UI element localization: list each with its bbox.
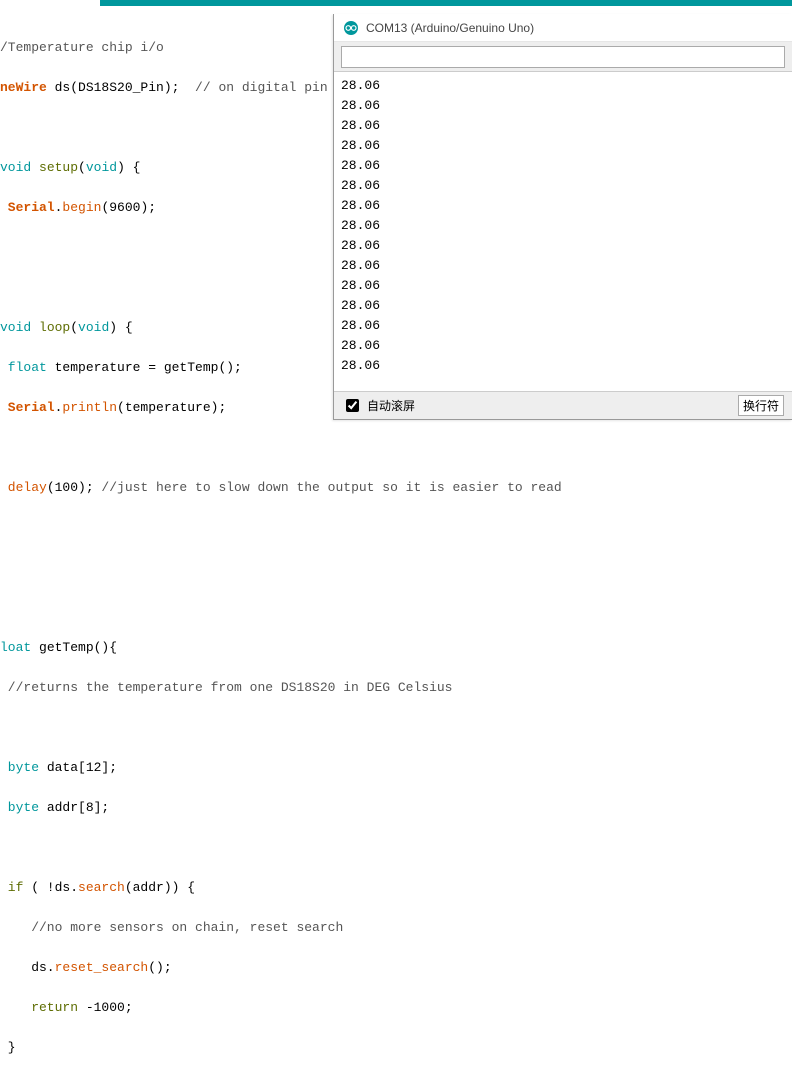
code-token: (9600); [101,200,156,215]
serial-title-text: COM13 (Arduino/Genuino Uno) [366,21,534,35]
code-token: addr[8]; [39,800,109,815]
code-token: } [0,1040,16,1055]
editor-toolbar-stripe [100,0,792,6]
code-function-name: loop [31,320,70,335]
code-method: begin [62,200,101,215]
code-token: ) { [117,160,140,175]
code-keyword: loat [0,640,31,655]
code-token: ( [78,160,86,175]
code-token: (); [148,960,171,975]
serial-output-area[interactable]: 28.06 28.06 28.06 28.06 28.06 28.06 28.0… [334,72,792,391]
code-token: ( [70,320,78,335]
code-method: reset_search [55,960,149,975]
line-ending-select[interactable]: 换行符 [738,395,784,416]
code-token: data[12]; [39,760,117,775]
code-token: getTemp(){ [31,640,117,655]
code-keyword: void [0,320,31,335]
code-token: ds. [0,960,55,975]
code-comment: //returns the temperature from one DS18S… [0,680,452,695]
code-method: search [78,880,125,895]
code-keyword: float [0,360,47,375]
autoscroll-toggle[interactable]: 自动滚屏 [342,396,415,415]
code-keyword: return [0,1000,78,1015]
code-keyword: void [0,160,31,175]
autoscroll-label: 自动滚屏 [367,397,415,414]
serial-input-bar [334,42,792,72]
code-token: ) { [109,320,132,335]
serial-bottom-bar: 自动滚屏 换行符 [334,391,792,419]
code-keyword: byte [0,760,39,775]
code-token: ( !ds. [23,880,78,895]
serial-monitor-window: COM13 (Arduino/Genuino Uno) 28.06 28.06 … [333,14,792,420]
code-comment: /Temperature chip i/o [0,40,164,55]
arduino-icon [343,20,359,36]
serial-send-input[interactable] [341,46,785,68]
code-keyword: byte [0,800,39,815]
code-token: ds(DS18S20_Pin); [47,80,180,95]
code-comment: //no more sensors on chain, reset search [0,920,343,935]
code-keyword: void [78,320,109,335]
code-token: (addr)) { [125,880,195,895]
code-token: neWire [0,80,47,95]
code-token: (temperature); [117,400,226,415]
code-function-name: setup [31,160,78,175]
code-keyword: if [0,880,23,895]
code-keyword: void [86,160,117,175]
code-object: Serial [0,200,55,215]
code-comment: // on digital pin 2 [179,80,343,95]
autoscroll-checkbox[interactable] [346,399,359,412]
serial-titlebar[interactable]: COM13 (Arduino/Genuino Uno) [334,14,792,42]
code-token: -1000; [78,1000,133,1015]
code-token: (100); [47,480,102,495]
code-function-call: delay [0,480,47,495]
code-object: Serial [0,400,55,415]
code-token: temperature = getTemp(); [47,360,242,375]
code-comment: //just here to slow down the output so i… [101,480,561,495]
code-method: println [62,400,117,415]
